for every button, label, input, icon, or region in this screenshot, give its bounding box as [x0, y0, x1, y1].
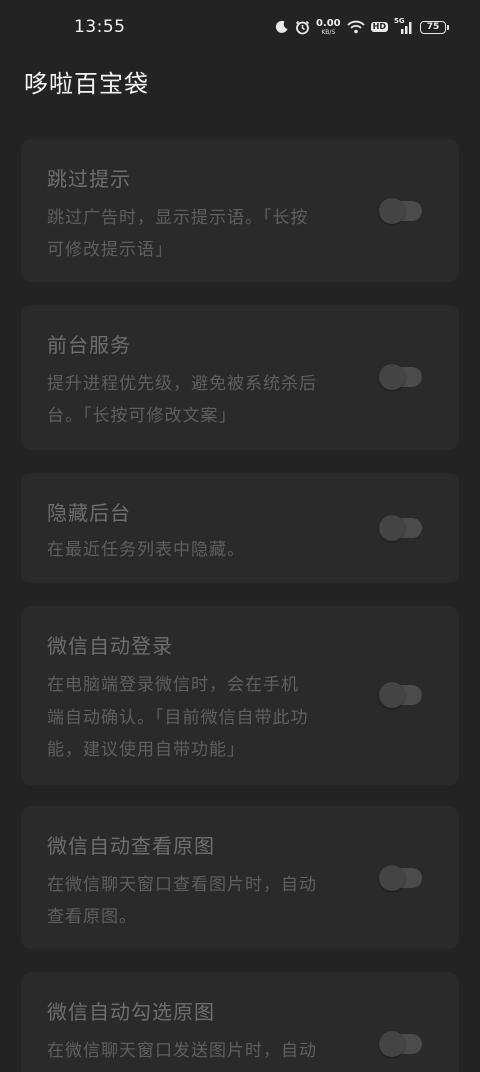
network-label: 5G	[394, 17, 405, 25]
wechat-view-original-toggle[interactable]	[379, 865, 422, 891]
net-speed-value: 0.00	[315, 17, 341, 29]
alarm-icon	[295, 20, 310, 35]
status-icons: 0.00 KB/S HD 5G 75	[275, 17, 449, 37]
net-speed: 0.00 KB/S	[315, 17, 341, 36]
setting-desc-line: 在电脑端登录微信时，会在手机	[47, 675, 299, 695]
moon-icon	[275, 20, 289, 34]
setting-desc-line: 在最近任务列表中隐藏。	[47, 540, 245, 560]
setting-desc-line: 查看原图。	[47, 907, 137, 927]
hd-badge: HD	[370, 22, 388, 32]
setting-card-wechat-auto-login[interactable]: 微信自动登录 在电脑端登录微信时，会在手机 端自动确认。「目前微信自带此功 能，…	[21, 606, 459, 785]
wifi-icon	[347, 20, 365, 34]
toggle-knob	[379, 1031, 405, 1057]
setting-card-hide-background[interactable]: 隐藏后台 在最近任务列表中隐藏。	[21, 473, 459, 583]
setting-desc-line: 能，建议使用自带功能」	[47, 740, 245, 760]
battery-level: 75	[426, 21, 440, 32]
wechat-auto-login-toggle[interactable]	[379, 682, 422, 708]
setting-title: 跳过提示	[47, 167, 131, 191]
setting-desc-line: 跳过广告时，显示提示语。「长按	[47, 208, 309, 228]
setting-card-wechat-select-original[interactable]: 微信自动勾选原图 在微信聊天窗口发送图片时，自动	[21, 972, 459, 1072]
setting-title: 微信自动勾选原图	[47, 1000, 215, 1024]
app-title: 哆啦百宝袋	[24, 70, 149, 98]
toggle-knob	[379, 682, 405, 708]
toggle-knob	[379, 515, 405, 541]
setting-title: 微信自动查看原图	[47, 834, 215, 858]
setting-desc-line: 台。「长按可修改文案」	[47, 406, 237, 426]
setting-title: 微信自动登录	[47, 634, 173, 658]
toggle-knob	[379, 198, 405, 224]
net-speed-unit: KB/S	[321, 28, 336, 36]
foreground-service-toggle[interactable]	[379, 364, 422, 390]
setting-card-skip-hint[interactable]: 跳过提示 跳过广告时，显示提示语。「长按 可修改提示语」	[21, 139, 459, 282]
setting-title: 前台服务	[47, 333, 131, 357]
setting-desc-line: 在微信聊天窗口发送图片时，自动	[47, 1041, 317, 1061]
wechat-select-original-toggle[interactable]	[379, 1031, 422, 1057]
setting-desc-line: 提升进程优先级，避免被系统杀后	[47, 374, 317, 394]
skip-hint-toggle[interactable]	[379, 198, 422, 224]
setting-card-foreground-service[interactable]: 前台服务 提升进程优先级，避免被系统杀后 台。「长按可修改文案」	[21, 305, 459, 450]
setting-desc-line: 可修改提示语」	[47, 240, 173, 260]
hide-background-toggle[interactable]	[379, 515, 422, 541]
setting-desc-line: 在微信聊天窗口查看图片时，自动	[47, 875, 317, 895]
battery-icon: 75	[420, 20, 449, 34]
setting-title: 隐藏后台	[47, 501, 131, 525]
setting-card-wechat-view-original[interactable]: 微信自动查看原图 在微信聊天窗口查看图片时，自动 查看原图。	[21, 806, 459, 949]
status-bar: 13:55 0.00 KB/S HD 5G 75	[0, 0, 480, 54]
setting-desc-line: 端自动确认。「目前微信自带此功	[47, 708, 309, 728]
signal-icon: 5G	[394, 17, 414, 34]
status-time: 13:55	[74, 17, 126, 37]
toggle-knob	[379, 865, 405, 891]
toggle-knob	[379, 364, 405, 390]
